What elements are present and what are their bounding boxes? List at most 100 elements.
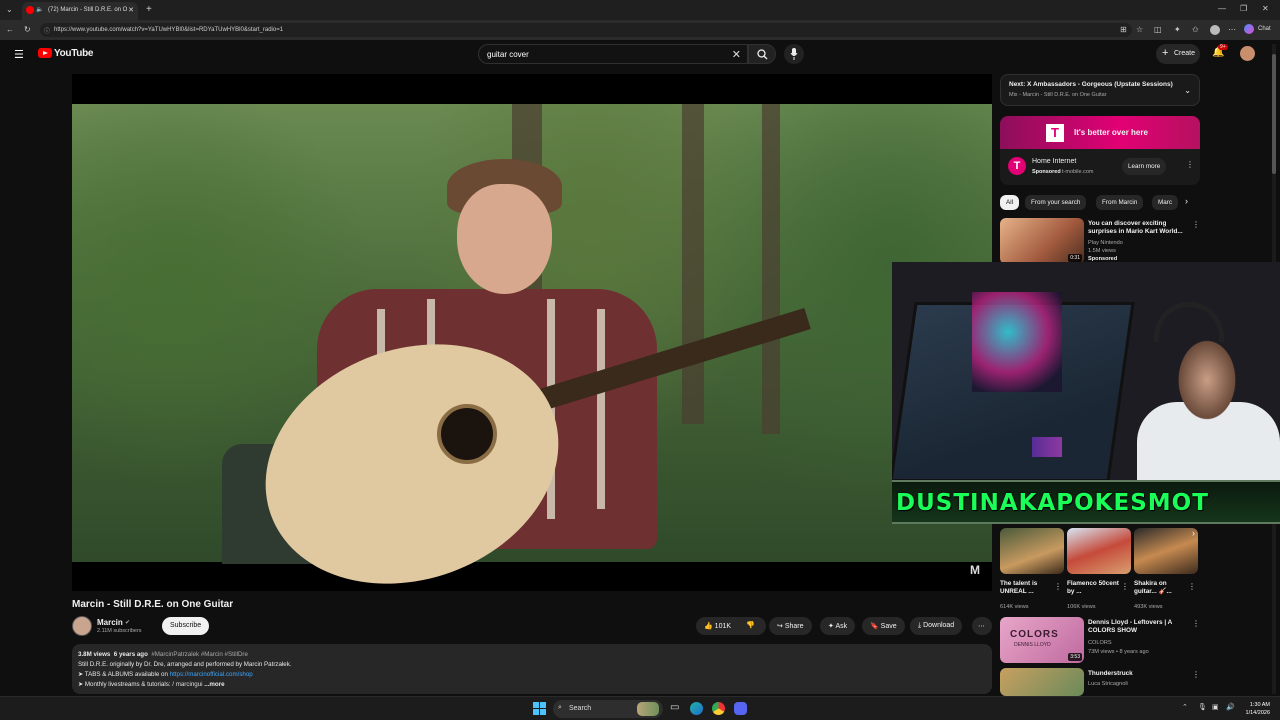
rec1-menu-icon[interactable]: ⋮: [1192, 220, 1200, 229]
like-count[interactable]: 101K: [715, 623, 731, 630]
video-player[interactable]: M: [72, 74, 992, 591]
youtube-logo-text[interactable]: YouTube: [54, 48, 94, 59]
maximize-icon[interactable]: ❐: [1240, 5, 1247, 13]
speaker-icon[interactable]: 🔈: [36, 6, 43, 13]
channel-avatar[interactable]: [72, 616, 92, 636]
favorite-star-icon[interactable]: ☆: [1136, 26, 1143, 34]
clear-search-icon[interactable]: ✕: [732, 48, 741, 61]
sparkle-icon: ✦: [828, 623, 834, 630]
short2-menu-icon[interactable]: ⋮: [1121, 582, 1129, 591]
search-input[interactable]: guitar cover ✕: [478, 44, 748, 64]
streamer-name-banner: DUSTINAKAPOKESMOT: [892, 480, 1280, 524]
refresh-icon[interactable]: ↻: [24, 26, 31, 34]
hashtags[interactable]: #MarcinPatrzalek #Marcin #StillDre: [151, 651, 248, 658]
close-tab-icon[interactable]: ✕: [128, 6, 134, 14]
discord-icon[interactable]: [734, 702, 747, 715]
copilot-icon[interactable]: [1244, 24, 1254, 34]
edge-browser-icon[interactable]: [690, 702, 703, 715]
up-next-panel[interactable]: Next: X Ambassadors - Gorgeous (Upstate …: [1000, 74, 1200, 106]
youtube-logo-icon[interactable]: [38, 48, 52, 58]
shop-link[interactable]: https://marcinofficial.com/shop: [170, 671, 253, 678]
learn-more-button[interactable]: Learn more: [1122, 158, 1167, 175]
browser-tab-active[interactable]: 🔈 (72) Marcin - Still D.R.E. on O ✕: [22, 2, 138, 20]
download-button[interactable]: ⤓ Download: [910, 617, 963, 635]
short2-views: 106K views: [1067, 604, 1096, 610]
shorts-next-icon[interactable]: ›: [1192, 528, 1195, 538]
ad-info[interactable]: T Home Internet Sponsored t-mobile.com L…: [1000, 149, 1200, 185]
profile-avatar-icon[interactable]: [1210, 25, 1220, 35]
url-field[interactable]: ⓘ https://www.youtube.com/watch?v=YaTUwH…: [40, 23, 1132, 37]
rec3-title[interactable]: Thunderstruck: [1088, 670, 1188, 678]
tab-list-icon[interactable]: ⌄: [6, 6, 13, 14]
download-label: Download: [923, 622, 955, 629]
chip-marc[interactable]: Marc: [1152, 195, 1178, 210]
split-screen-icon[interactable]: ◫: [1154, 26, 1162, 34]
scrollbar-thumb[interactable]: [1272, 54, 1276, 174]
save-button[interactable]: 🔖 Save: [862, 617, 905, 635]
thumbs-down-icon[interactable]: 👎: [746, 621, 755, 629]
rec1-title[interactable]: You can discover exciting surprises in M…: [1088, 220, 1188, 236]
rec2-thumbnail[interactable]: COLORS DENNIS LLOYD 3:53: [1000, 617, 1084, 663]
short1-thumbnail[interactable]: [1000, 528, 1064, 574]
back-icon[interactable]: ←: [6, 26, 14, 34]
system-clock[interactable]: 1:30 AM 1/14/2026: [1246, 701, 1270, 717]
close-window-icon[interactable]: ✕: [1262, 5, 1269, 13]
video-watermark: M: [970, 563, 980, 577]
show-more-link[interactable]: ...more: [204, 681, 224, 688]
youtube-favicon-icon: [26, 6, 34, 14]
short1-menu-icon[interactable]: ⋮: [1054, 582, 1062, 591]
chrome-icon[interactable]: [712, 702, 725, 715]
advertiser-logo-icon: T: [1008, 157, 1026, 175]
subscribe-button[interactable]: Subscribe: [162, 617, 210, 635]
chip-from-your-search[interactable]: From your search: [1025, 195, 1087, 210]
channel-name[interactable]: Marcin: [97, 618, 123, 627]
voice-search-button[interactable]: [784, 44, 804, 64]
rec3-menu-icon[interactable]: ⋮: [1192, 670, 1200, 679]
collections-icon[interactable]: ✦: [1174, 26, 1181, 34]
chips-next-icon[interactable]: ›: [1185, 196, 1188, 206]
more-menu-icon[interactable]: ⋯: [1228, 26, 1236, 34]
short3-title[interactable]: Shakira on guitar... 🎸...: [1134, 580, 1186, 596]
rec2-menu-icon[interactable]: ⋮: [1192, 619, 1200, 628]
clock-date: 1/14/2026: [1245, 710, 1270, 716]
more-actions-button[interactable]: ⋯: [972, 617, 992, 635]
short1-views: 614K views: [1000, 604, 1029, 610]
rec2-title[interactable]: Dennis Lloyd - Leftovers | A COLORS SHOW: [1088, 619, 1188, 635]
task-view-icon[interactable]: ▭: [670, 702, 679, 713]
ask-button[interactable]: ✦ Ask: [820, 617, 856, 635]
volume-icon[interactable]: 🔊: [1226, 703, 1235, 711]
rec1-thumbnail[interactable]: 0:31: [1000, 218, 1084, 264]
search-button[interactable]: [748, 44, 776, 64]
network-icon[interactable]: ▣: [1212, 703, 1219, 711]
expand-chevron-icon[interactable]: ⌄: [1184, 86, 1191, 95]
short1-title[interactable]: The talent is UNREAL ...: [1000, 580, 1052, 596]
video-description[interactable]: 3.8M views 6 years ago #MarcinPatrzalek …: [72, 644, 992, 694]
hamburger-menu-icon[interactable]: ☰: [14, 48, 24, 61]
share-button[interactable]: ↪ Share: [769, 617, 812, 635]
create-button[interactable]: + Create: [1156, 44, 1200, 64]
rec3-thumbnail[interactable]: [1000, 668, 1084, 696]
new-tab-icon[interactable]: +: [146, 5, 152, 15]
channel-handle-link[interactable]: / marcingui: [172, 681, 202, 688]
microphone-tray-icon[interactable]: 🎙: [1198, 703, 1207, 711]
thumbs-up-icon[interactable]: 👍: [704, 623, 713, 630]
chip-all[interactable]: All: [1000, 195, 1019, 210]
ad-banner[interactable]: T It's better over here: [1000, 116, 1200, 149]
address-bar-row: ← ↻ ⓘ https://www.youtube.com/watch?v=Ya…: [0, 20, 1280, 40]
minimize-icon[interactable]: —: [1218, 5, 1226, 13]
rec3-channel: Luca Stricagnoli: [1088, 681, 1128, 687]
ad-menu-icon[interactable]: ⋮: [1186, 160, 1194, 169]
account-avatar[interactable]: [1240, 46, 1255, 61]
taskbar-search[interactable]: ⌕ Search: [553, 700, 663, 718]
short3-menu-icon[interactable]: ⋮: [1188, 582, 1196, 591]
short3-thumbnail[interactable]: [1134, 528, 1198, 574]
windows-start-icon[interactable]: [533, 702, 546, 715]
chip-from-marcin[interactable]: From Marcin: [1096, 195, 1144, 210]
chat-label[interactable]: Chat: [1258, 26, 1271, 32]
tray-overflow-icon[interactable]: ⌃: [1182, 703, 1188, 711]
short2-thumbnail[interactable]: [1067, 528, 1131, 574]
favorites-icon[interactable]: ✩: [1192, 26, 1199, 34]
extensions-icon[interactable]: ⊞: [1120, 26, 1127, 34]
short2-title[interactable]: Flamenco 50cent by ...: [1067, 580, 1119, 596]
site-info-icon[interactable]: ⓘ: [44, 26, 50, 35]
